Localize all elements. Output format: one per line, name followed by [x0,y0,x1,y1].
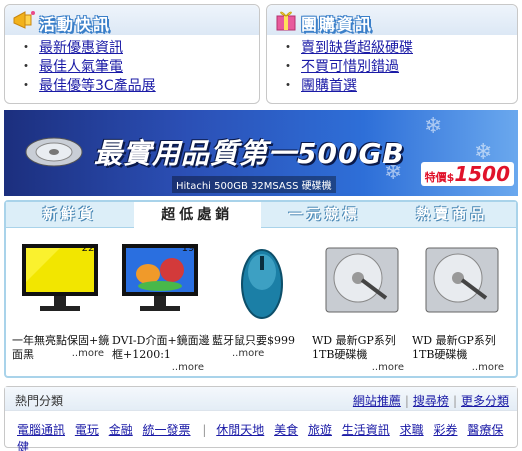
category-header-links: 網站推薦 | 搜尋榜 | 更多分類 [352,394,509,408]
price-label: 特價$ [424,171,455,184]
news-box-header: 活動快訊 [5,5,259,35]
group-buy-item[interactable]: ・團購首選 [281,77,517,96]
category-header: 熱門分類 網站推薦 | 搜尋榜 | 更多分類 [5,387,517,411]
product-panel: 新鮮貨 超低處銷 一元競標 熱賣商品 22 一年無亮點保固+鏡面黑 ..more [4,200,518,378]
category-link[interactable]: 統一發票 [143,423,191,437]
category-link[interactable]: 生活資訊 [342,423,390,437]
category-link[interactable]: 休閒天地 [216,423,264,437]
hard-drive-image[interactable] [420,242,504,322]
product-item[interactable]: 19 DVI-D介面+鏡面邊框+1200:1 ..more [112,242,212,373]
group-buy-title: 團購資訊 [301,15,374,34]
product-item[interactable]: 藍牙鼠只要$999 ..more [212,242,312,373]
tab-clearance[interactable]: 超低處銷 [133,202,261,228]
search-rank-link[interactable]: 搜尋榜 [413,394,449,408]
product-list: 22 一年無亮點保固+鏡面黑 ..more 19 DVI-D介面+鏡面邊框+12… [6,228,516,373]
tab-auction[interactable]: 一元競標 [261,202,389,227]
product-item[interactable]: 22 一年無亮點保固+鏡面黑 ..more [12,242,112,373]
price-value: 1500 [454,162,510,186]
more-categories-link[interactable]: 更多分類 [461,394,509,408]
category-link[interactable]: 金融 [109,423,133,437]
snowflake-icon: ❄ [424,114,443,139]
category-label: 熱門分類 [15,394,64,408]
size-badge: 22 [81,243,95,254]
tab-new[interactable]: 新鮮貨 [6,202,134,227]
megaphone-icon [13,11,35,29]
news-box-title: 活動快訊 [39,15,112,34]
product-caption[interactable]: DVI-D介面+鏡面邊框+1200:1 [112,334,212,362]
more-link[interactable]: ..more [212,348,312,359]
group-buy-box: 團購資訊 ・賣到缺貨超級硬碟 ・不買可惜別錯過 ・團購首選 [266,4,518,104]
group-buy-item[interactable]: ・賣到缺貨超級硬碟 [281,39,517,58]
category-links: 電腦通訊 電玩 金融 統一發票 | 休閒天地 美食 旅遊 生活資訊 求職 彩券 … [5,411,517,451]
monitor-image[interactable]: 22 [20,242,104,322]
size-badge: 19 [181,243,195,254]
product-caption[interactable]: WD 最新GP系列1TB硬碟機 [412,334,512,362]
hard-drive-image[interactable] [320,242,404,322]
product-item[interactable]: WD 最新GP系列1TB硬碟機 ..more [312,242,412,373]
news-item[interactable]: ・最佳優等3C產品展 [19,77,259,96]
more-link[interactable]: ..more [312,362,412,373]
product-caption[interactable]: WD 最新GP系列1TB硬碟機 [312,334,412,362]
news-item[interactable]: ・最新優惠資訊 [19,39,259,58]
banner-price: 特價$1500 [420,162,514,186]
category-link[interactable]: 求職 [400,423,424,437]
category-link[interactable]: 電腦通訊 [17,423,65,437]
banner-subline: Hitachi 500GB 32MSASS 硬碟機 [172,176,336,193]
promo-banner[interactable]: ❄ ❄ ❄ 最實用品質第一500GB Hitachi 500GB 32MSASS… [4,110,518,196]
more-link[interactable]: ..more [112,362,212,373]
group-buy-item[interactable]: ・不買可惜別錯過 [281,58,517,77]
product-caption[interactable]: 藍牙鼠只要$999 [212,334,312,348]
hard-disk-icon [25,137,83,167]
monitor-image[interactable]: 19 [120,242,204,322]
category-link[interactable]: 電玩 [75,423,99,437]
news-box: 活動快訊 ・最新優惠資訊 ・最佳人氣筆電 ・最佳優等3C產品展 [4,4,260,104]
product-item[interactable]: WD 最新GP系列1TB硬碟機 ..more [412,242,512,373]
category-link[interactable]: 美食 [274,423,298,437]
category-link[interactable]: 旅遊 [308,423,332,437]
group-buy-list: ・賣到缺貨超級硬碟 ・不買可惜別錯過 ・團購首選 [267,35,517,96]
category-link[interactable]: 彩券 [433,423,457,437]
group-buy-header: 團購資訊 [267,5,517,35]
news-list: ・最新優惠資訊 ・最佳人氣筆電 ・最佳優等3C產品展 [5,35,259,96]
divider: | [202,423,207,437]
banner-headline: 最實用品質第一500GB [94,137,405,170]
gift-icon [276,11,296,31]
news-item[interactable]: ・最佳人氣筆電 [19,58,259,77]
tab-hot[interactable]: 熱賣商品 [389,202,517,227]
mouse-image[interactable] [220,242,304,322]
product-tabs: 新鮮貨 超低處銷 一元競標 熱賣商品 [6,202,516,228]
more-link[interactable]: ..more [412,362,512,373]
site-recommend-link[interactable]: 網站推薦 [353,394,401,408]
category-box: 熱門分類 網站推薦 | 搜尋榜 | 更多分類 電腦通訊 電玩 金融 統一發票 | 休閒天… [4,386,518,451]
